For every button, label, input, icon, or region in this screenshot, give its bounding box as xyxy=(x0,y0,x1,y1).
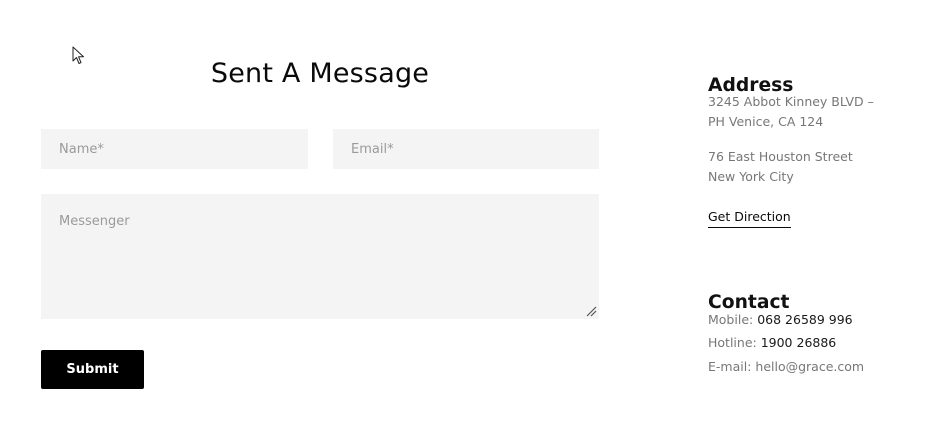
message-textarea[interactable] xyxy=(41,194,599,319)
mobile-value[interactable]: 068 26589 996 xyxy=(757,312,852,327)
form-title: Sent A Message xyxy=(210,58,430,89)
address-block-1: 3245 Abbot Kinney BLVD – PH Venice, CA 1… xyxy=(708,92,923,132)
name-input[interactable] xyxy=(41,129,308,169)
resize-grip-icon[interactable] xyxy=(585,305,597,317)
address-line: New York City xyxy=(708,169,794,184)
hotline-value[interactable]: 1900 26886 xyxy=(761,335,837,350)
address-block-2: 76 East Houston Street New York City xyxy=(708,147,923,187)
contact-email: E-mail: hello@grace.com xyxy=(708,358,864,376)
mobile-label: Mobile: xyxy=(708,312,758,327)
email-label: E-mail: xyxy=(708,359,756,374)
contact-heading: Contact xyxy=(708,291,790,313)
email-input[interactable] xyxy=(333,129,599,169)
submit-button[interactable]: Submit xyxy=(41,350,144,389)
address-line: PH Venice, CA 124 xyxy=(708,114,824,129)
contact-mobile: Mobile: 068 26589 996 xyxy=(708,311,853,329)
address-line: 76 East Houston Street xyxy=(708,149,853,164)
email-value[interactable]: hello@grace.com xyxy=(755,359,864,374)
address-line: 3245 Abbot Kinney BLVD – xyxy=(708,94,874,109)
hotline-label: Hotline: xyxy=(708,335,761,350)
get-direction-link[interactable]: Get Direction xyxy=(708,208,791,228)
contact-hotline: Hotline: 1900 26886 xyxy=(708,334,836,352)
